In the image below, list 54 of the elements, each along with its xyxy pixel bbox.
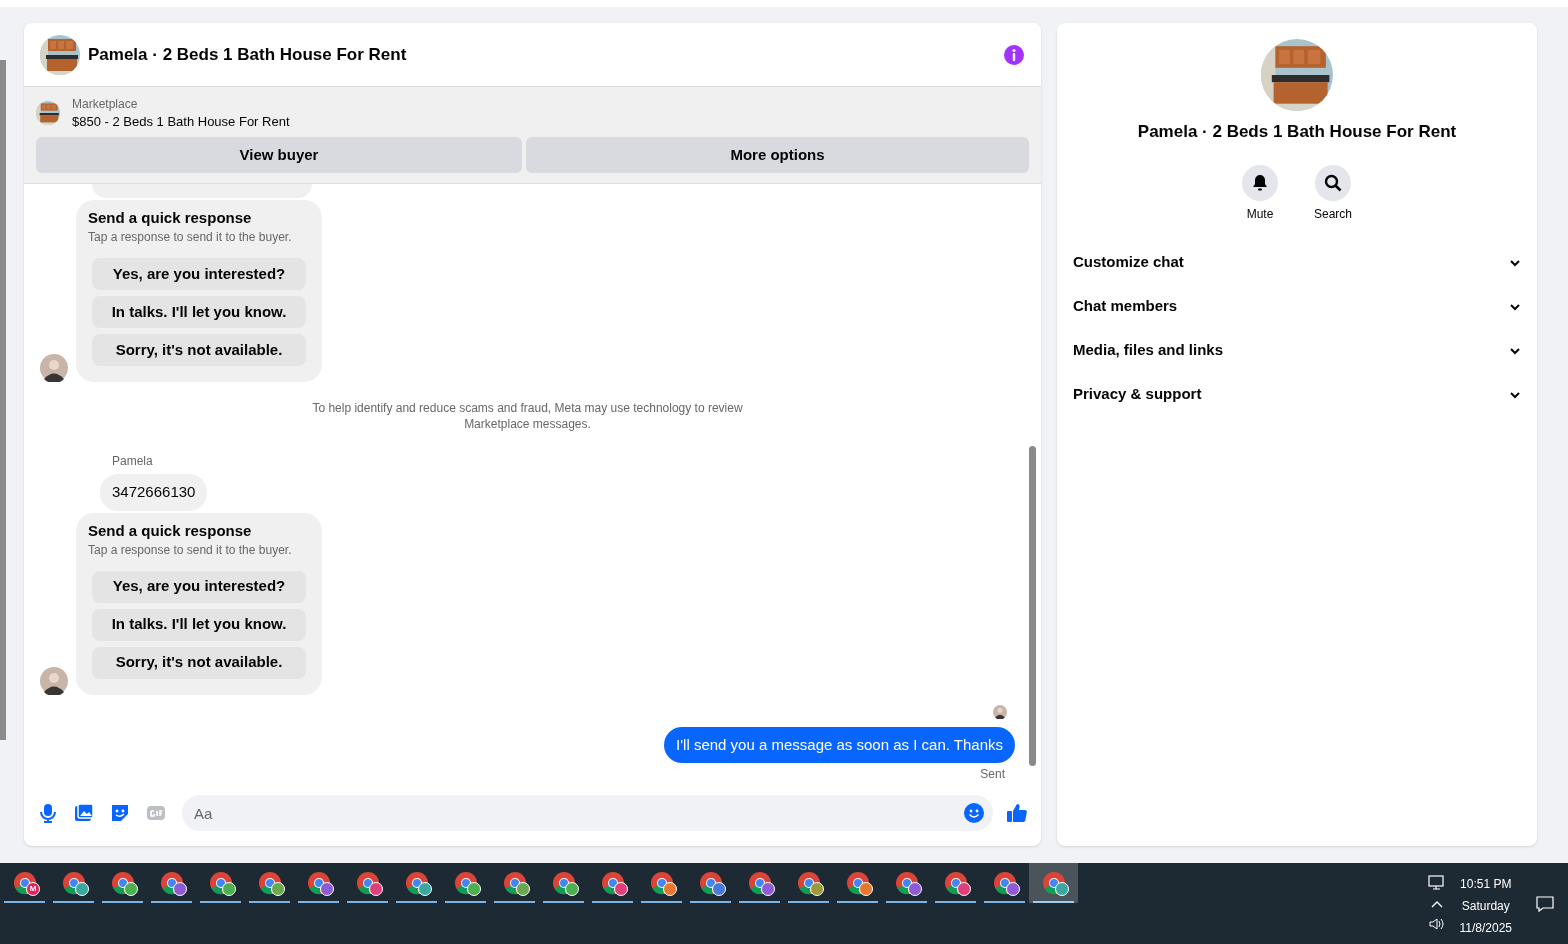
caret-icon[interactable] [1429,899,1444,909]
action-label: Search [1314,205,1352,223]
search-button[interactable] [1315,164,1351,201]
view-buyer-button[interactable]: View buyer [36,137,522,173]
message-status: Sent [980,766,1005,783]
clock-time: 10:51 PM [1460,876,1512,893]
section-header[interactable]: Media, files and links [1073,328,1521,373]
card-title: Send a quick response [88,208,253,228]
section-header[interactable]: Privacy & support [1073,372,1521,417]
thumbs-up-icon[interactable] [1005,801,1029,825]
card-subtitle: Tap a response to send it to the buyer. [88,229,293,246]
info-icon[interactable] [1003,43,1025,66]
quick-reply-button[interactable]: Sorry, it's not available. [92,646,306,679]
read-receipt-icon [993,704,1007,719]
mute-button[interactable] [1242,164,1278,201]
message-bubble: I'll send you a message as soon as I can. Thanks [664,726,1015,763]
scrollbar[interactable] [0,60,6,740]
quick-reply-button[interactable]: In talks. I'll let you know. [92,608,306,641]
quick-reply-button[interactable]: Yes, are you interested? [92,570,306,603]
section-title: Chat members [1073,296,1178,317]
speaker-icon[interactable] [1427,917,1446,931]
conversation-title: Pamela · 2 Beds 1 Bath House For Rent [1137,121,1457,143]
network-icon[interactable] [1427,875,1446,891]
section-header[interactable]: Customize chat [1073,240,1521,285]
quick-reply-button[interactable]: Sorry, it's not available. [92,334,306,366]
profile-badge: M [26,882,40,896]
emoji-icon[interactable] [963,802,985,824]
avatar-icon [40,354,68,382]
privacy-notice: To help identify and reduce scams and fraud, Meta may use technology to review Marketplace messages. [311,400,744,432]
message-bubble: 3472666130 [100,474,208,511]
section-title: Customize chat [1073,252,1184,273]
listing-title: $850 - 2 Beds 1 Bath House For Rent [72,113,290,131]
clock[interactable]: 10:51 PM Saturday 11/8/2025 [1459,873,1512,939]
more-options-button[interactable]: More options [526,137,1029,173]
card-subtitle: Tap a response to send it to the buyer. [88,541,293,559]
search-icon [1323,172,1343,193]
browser-taskbar-button[interactable] [1029,863,1078,903]
section-title: Privacy & support [1073,384,1202,405]
section-header[interactable]: Chat members [1073,284,1521,329]
card-title: Send a quick response [88,520,253,541]
conversation-title: Pamela · 2 Beds 1 Bath House For Rent [88,43,408,66]
message-field[interactable]: Aa [182,795,993,831]
listing-source: Marketplace [72,96,139,113]
action-label: Mute [1246,205,1274,223]
bell-icon [1250,172,1270,193]
quick-reply-button[interactable]: Yes, are you interested? [92,258,306,290]
browser-taskbar-button[interactable]: M [0,863,49,903]
notification-icon[interactable] [1536,895,1554,913]
section-title: Media, files and links [1073,340,1224,361]
quick-reply-button[interactable]: In talks. I'll let you know. [92,296,306,328]
clock-day: Saturday [1461,895,1510,917]
clock-date: 11/8/2025 [1459,920,1512,937]
avatar-icon [40,666,68,695]
sender-name: Pamela [112,453,154,470]
